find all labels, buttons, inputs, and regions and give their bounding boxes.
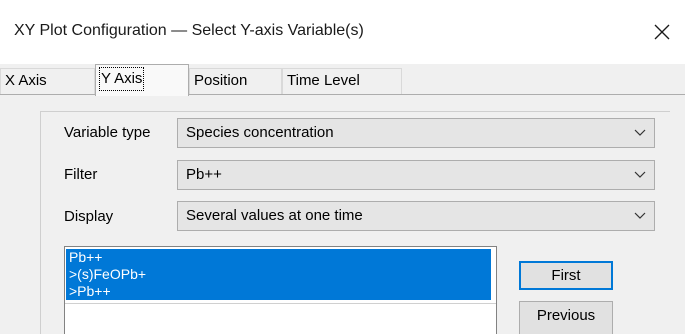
list-item[interactable]: >(s)FeOPb+ (66, 266, 491, 283)
tab-label: X Axis (5, 72, 47, 89)
close-button[interactable] (644, 14, 680, 50)
first-button[interactable]: First (519, 261, 613, 290)
tab-label: Y Axis (98, 67, 145, 91)
tab-position[interactable]: Position (189, 68, 282, 94)
list-divider (65, 303, 496, 304)
display-value: Several values at one time (186, 207, 363, 224)
variable-type-value: Species concentration (186, 124, 334, 141)
title-bar: XY Plot Configuration — Select Y-axis Va… (0, 0, 685, 64)
window-title: XY Plot Configuration — Select Y-axis Va… (14, 22, 364, 39)
variable-type-select[interactable]: Species concentration (177, 118, 655, 148)
chevron-down-icon (634, 129, 646, 136)
variable-listbox[interactable]: Pb++ >(s)FeOPb+ >Pb++ (64, 246, 497, 334)
filter-value: Pb++ (186, 166, 222, 183)
chevron-down-icon (634, 171, 646, 178)
display-label: Display (64, 208, 114, 225)
chevron-down-icon (634, 212, 646, 219)
list-item[interactable]: >Pb++ (66, 283, 491, 300)
tab-x-axis[interactable]: X Axis (0, 68, 95, 94)
tab-time-level[interactable]: Time Level (282, 68, 402, 94)
tab-label: Position (194, 72, 248, 89)
tab-y-axis[interactable]: Y Axis (95, 64, 189, 96)
tab-strip: X Axis Y Axis Position Time Level (0, 64, 685, 98)
close-icon (654, 24, 670, 40)
tab-label: Time Level (287, 72, 360, 89)
filter-select[interactable]: Pb++ (177, 160, 655, 190)
list-item[interactable]: Pb++ (66, 249, 491, 266)
variable-type-label: Variable type (64, 124, 151, 141)
previous-button[interactable]: Previous (519, 301, 613, 334)
display-select[interactable]: Several values at one time (177, 201, 655, 231)
filter-label: Filter (64, 166, 98, 183)
